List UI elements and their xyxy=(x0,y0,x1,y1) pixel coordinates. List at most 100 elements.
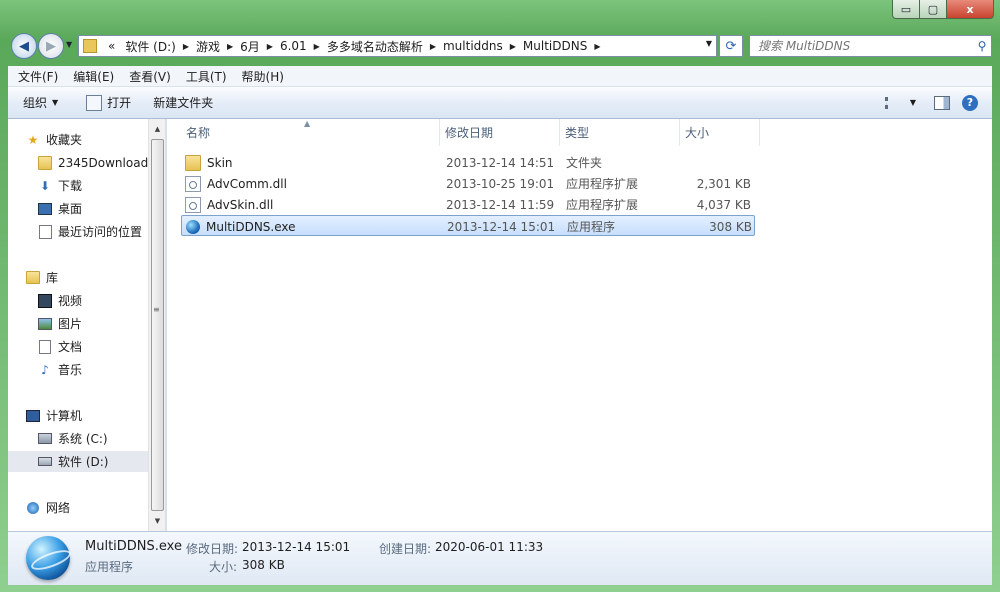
breadcrumb-separator-icon[interactable]: ▶ xyxy=(265,42,275,51)
search-input[interactable] xyxy=(750,38,973,54)
nav-item-pictures[interactable]: 图片 xyxy=(38,313,148,334)
computer-icon xyxy=(26,409,40,423)
nav-item-drive-d[interactable]: 软件 (D:) xyxy=(8,451,148,472)
minimize-button[interactable]: ▭ xyxy=(892,0,920,19)
file-type: 文件夹 xyxy=(566,156,603,170)
sort-ascending-icon: ▲ xyxy=(304,119,311,128)
breadcrumb-separator-icon[interactable]: ▶ xyxy=(312,42,322,51)
command-bar: 组织 ▼ 打开 新建文件夹 ▼ ? xyxy=(8,87,992,119)
address-bar[interactable]: « 软件 (D:) ▶ 游戏 ▶ 6月 ▶ 6.01 ▶ 多多域名动态解析 ▶ … xyxy=(78,35,717,57)
change-view-icon[interactable] xyxy=(884,96,904,109)
details-modified-value: 2013-12-14 15:01 xyxy=(242,540,351,554)
nav-item-downloads[interactable]: ⬇ 下载 xyxy=(38,175,148,196)
file-row-skin[interactable]: Skin 2013-12-14 14:51 文件夹 xyxy=(181,152,755,173)
breadcrumb-separator-icon[interactable]: ▶ xyxy=(225,42,235,51)
system-drive-icon xyxy=(38,432,52,446)
breadcrumb-june[interactable]: 6月 xyxy=(235,38,265,55)
column-header-size[interactable]: 大小 xyxy=(680,119,760,146)
column-header-label: 类型 xyxy=(565,126,590,140)
column-header-label: 修改日期 xyxy=(445,126,494,140)
maximize-button[interactable]: ▢ xyxy=(919,0,947,19)
chevron-down-icon: ▼ xyxy=(66,40,73,49)
exe-globe-icon xyxy=(26,536,70,580)
recent-pages-dropdown[interactable]: ▼ xyxy=(66,40,72,49)
open-button[interactable]: 打开 xyxy=(81,92,136,114)
nav-libraries[interactable]: 库 xyxy=(26,267,148,288)
file-size: 4,037 KB xyxy=(696,197,751,212)
breadcrumb-separator-icon[interactable]: ▶ xyxy=(508,42,518,51)
file-size: 2,301 KB xyxy=(696,176,751,191)
file-date: 2013-12-14 15:01 xyxy=(447,219,556,234)
breadcrumb-separator-icon[interactable]: ▶ xyxy=(592,42,602,51)
organize-button[interactable]: 组织 ▼ xyxy=(18,92,63,114)
menu-bar: 文件(F) 编辑(E) 查看(V) 工具(T) 帮助(H) xyxy=(8,66,992,87)
file-row-multiddns-exe[interactable]: MultiDDNS.exe 2013-12-14 15:01 应用程序 308 … xyxy=(181,215,755,236)
file-name: Skin xyxy=(207,155,233,170)
folder-icon xyxy=(83,39,97,53)
column-header-name[interactable]: 名称 xyxy=(181,119,440,146)
breadcrumb-601[interactable]: 6.01 xyxy=(275,39,312,53)
file-row-advcomm[interactable]: AdvComm.dll 2013-10-25 19:01 应用程序扩展 2,30… xyxy=(181,173,755,194)
forward-button[interactable]: ▶ xyxy=(38,33,64,59)
address-history-dropdown-icon[interactable]: ▼ xyxy=(706,39,712,48)
nav-item-documents[interactable]: 文档 xyxy=(38,336,148,357)
chevron-down-icon: ▼ xyxy=(52,98,59,107)
details-filename: MultiDDNS.exe xyxy=(85,539,182,554)
open-label: 打开 xyxy=(107,96,132,110)
breadcrumb-separator-icon[interactable]: ▶ xyxy=(428,42,438,51)
scroll-up-icon[interactable]: ▲ xyxy=(149,121,166,137)
nav-item-label: 视频 xyxy=(58,294,83,308)
column-header-date[interactable]: 修改日期 xyxy=(440,119,560,146)
breadcrumb-overflow[interactable]: « xyxy=(103,39,120,53)
column-header-type[interactable]: 类型 xyxy=(560,119,680,146)
drive-icon xyxy=(38,455,52,469)
back-button[interactable]: ◀ xyxy=(11,33,37,59)
nav-item-recent-places[interactable]: 最近访问的位置 xyxy=(38,221,148,242)
nav-favorites[interactable]: ★ 收藏夹 xyxy=(26,129,148,150)
nav-network[interactable]: 网络 xyxy=(26,497,148,518)
breadcrumb-multiddns[interactable]: MultiDDNS xyxy=(518,39,592,53)
breadcrumb-ddns-tool[interactable]: 多多域名动态解析 xyxy=(322,38,428,55)
breadcrumb-separator-icon[interactable]: ▶ xyxy=(181,42,191,51)
nav-libraries-label: 库 xyxy=(46,271,59,285)
view-dropdown-icon[interactable]: ▼ xyxy=(910,98,916,107)
file-size xyxy=(679,152,751,173)
nav-item-videos[interactable]: 视频 xyxy=(38,290,148,311)
scroll-down-icon[interactable]: ▼ xyxy=(149,513,166,529)
scrollbar-thumb[interactable] xyxy=(151,139,164,511)
help-icon[interactable]: ? xyxy=(962,94,978,111)
refresh-icon: ⟳ xyxy=(725,38,737,54)
refresh-button[interactable]: ⟳ xyxy=(719,35,743,57)
nav-item-2345downloads[interactable]: 2345Downloads xyxy=(38,152,148,173)
nav-item-music[interactable]: ♪ 音乐 xyxy=(38,359,148,380)
exe-globe-icon xyxy=(186,219,200,234)
nav-item-label: 音乐 xyxy=(58,363,83,377)
nav-item-desktop[interactable]: 桌面 xyxy=(38,198,148,219)
menu-file[interactable]: 文件(F) xyxy=(13,68,63,85)
breadcrumb-games[interactable]: 游戏 xyxy=(191,38,225,55)
details-size-label: 大小: xyxy=(209,560,238,574)
preview-pane-icon[interactable] xyxy=(934,95,950,110)
new-folder-button[interactable]: 新建文件夹 xyxy=(148,92,218,114)
nav-item-label: 2345Downloads xyxy=(58,155,148,170)
file-date: 2013-10-25 19:01 xyxy=(446,176,555,191)
column-header-label: 名称 xyxy=(186,126,211,140)
nav-item-drive-c[interactable]: 系统 (C:) xyxy=(38,428,148,449)
file-size: 308 KB xyxy=(709,219,752,234)
breadcrumb-multiddns-lower[interactable]: multiddns xyxy=(438,39,508,53)
menu-view[interactable]: 查看(V) xyxy=(124,68,176,85)
close-button[interactable]: x xyxy=(946,0,994,19)
file-list: 名称 ▲ 修改日期 类型 大小 Skin 2013-12-14 14:51 文件… xyxy=(167,119,992,531)
search-icon[interactable]: ⚲ xyxy=(973,39,991,53)
nav-computer[interactable]: 计算机 xyxy=(26,405,148,426)
breadcrumb-drive-d[interactable]: 软件 (D:) xyxy=(120,38,180,55)
details-type: 应用程序 xyxy=(85,560,134,574)
file-row-advskin[interactable]: AdvSkin.dll 2013-12-14 11:59 应用程序扩展 4,03… xyxy=(181,194,755,215)
navigation-scrollbar[interactable]: ▲ ≡ ▼ xyxy=(148,119,166,531)
menu-edit[interactable]: 编辑(E) xyxy=(68,68,119,85)
menu-tools[interactable]: 工具(T) xyxy=(181,68,232,85)
file-date: 2013-12-14 14:51 xyxy=(446,155,555,170)
details-modified-label: 修改日期: xyxy=(186,542,239,556)
menu-help[interactable]: 帮助(H) xyxy=(237,68,289,85)
search-box[interactable]: ⚲ xyxy=(749,35,992,57)
